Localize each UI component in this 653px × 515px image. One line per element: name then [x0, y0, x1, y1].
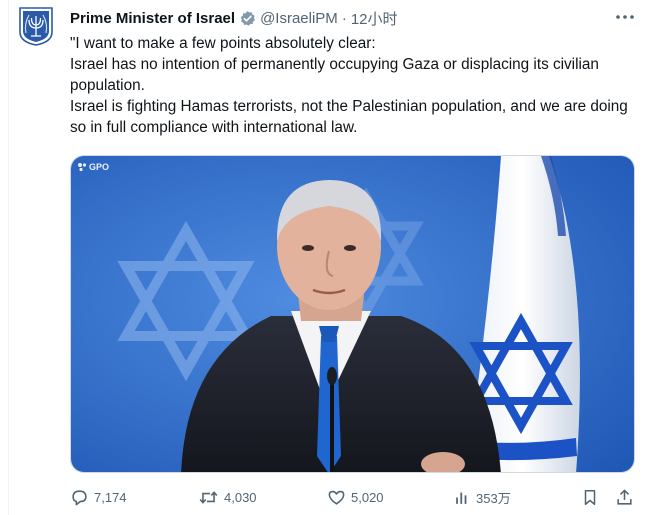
separator-dot: ·: [341, 9, 347, 27]
bookmark-button[interactable]: [581, 484, 599, 510]
more-dots-icon: [616, 15, 634, 19]
share-icon: [617, 489, 632, 505]
repost-button[interactable]: 4,030: [198, 484, 257, 510]
views-count: 353万: [476, 490, 511, 506]
reply-button[interactable]: 7,174: [70, 484, 127, 510]
more-options-button[interactable]: [610, 6, 640, 28]
reply-icon: [72, 489, 87, 505]
like-button[interactable]: 5,020: [327, 484, 384, 510]
tweet-text-line: "I want to make a few points absolutely …: [70, 35, 376, 52]
gpo-watermark: GPO: [77, 162, 109, 172]
tweet-header: Prime Minister of Israel @IsraeliPM · 12…: [70, 7, 398, 29]
tweet-text-line: Israel is fighting Hamas terrorists, not…: [70, 98, 628, 136]
bookmark-icon: [584, 489, 596, 505]
display-name[interactable]: Prime Minister of Israel: [70, 10, 235, 27]
speaker-scene-image: [71, 156, 634, 472]
heart-icon: [328, 490, 345, 505]
timestamp[interactable]: 12小时: [351, 8, 398, 29]
reply-count: 7,174: [94, 489, 127, 505]
like-count: 5,020: [351, 489, 384, 505]
timeline-divider: [8, 0, 9, 515]
gpo-watermark-text: GPO: [89, 162, 110, 172]
views-button[interactable]: 353万: [454, 484, 511, 510]
tweet-text: "I want to make a few points absolutely …: [70, 33, 630, 138]
israel-emblem-icon: [19, 7, 53, 46]
avatar[interactable]: [17, 6, 55, 46]
repost-icon: [199, 490, 218, 504]
action-bar: 7,174 4,030 5,020 353万: [70, 484, 635, 510]
tweet-text-line: Israel has no intention of permanently o…: [70, 56, 599, 94]
video-thumbnail[interactable]: GPO: [70, 155, 635, 473]
repost-count: 4,030: [224, 489, 257, 505]
share-button[interactable]: [615, 484, 634, 510]
verified-badge-icon[interactable]: [239, 10, 256, 27]
gpo-logo-icon: [78, 163, 87, 172]
tweet-card[interactable]: Prime Minister of Israel @IsraeliPM · 12…: [0, 0, 653, 515]
views-chart-icon: [456, 492, 467, 504]
user-handle[interactable]: @IsraeliPM: [260, 10, 338, 27]
